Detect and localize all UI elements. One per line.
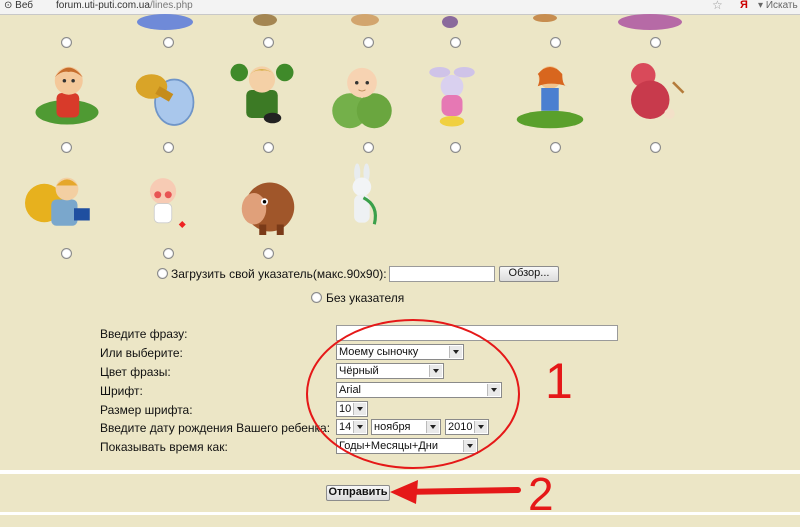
annotation-arrow-head <box>390 480 418 504</box>
annotation-number-one: 1 <box>545 353 573 409</box>
annotation-arrow-shaft <box>397 487 521 495</box>
red-annotations: 1 2 <box>306 319 573 520</box>
annotation-number-two: 2 <box>528 468 554 520</box>
annotation-ellipse <box>306 319 520 469</box>
